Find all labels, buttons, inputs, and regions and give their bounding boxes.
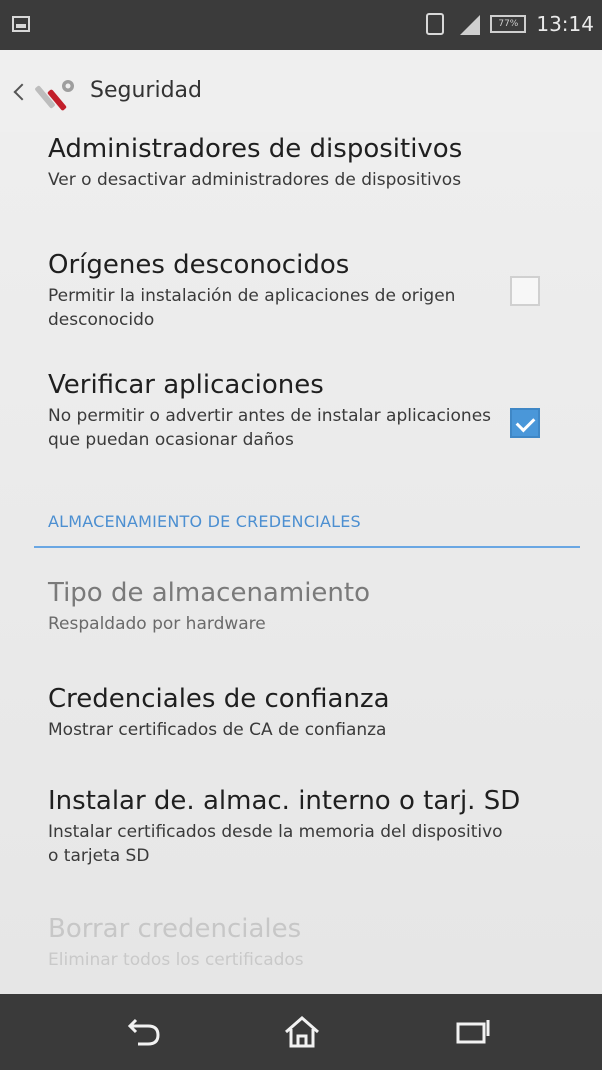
list-item-verify-apps[interactable]: Verificar aplicaciones No permitir o adv… xyxy=(48,370,508,452)
home-icon xyxy=(285,1016,319,1048)
verify-apps-checkbox[interactable] xyxy=(510,408,540,438)
item-title: Orígenes desconocidos xyxy=(48,250,350,280)
back-button[interactable] xyxy=(124,1014,168,1050)
recents-button[interactable] xyxy=(452,1014,496,1050)
list-item-install-from-storage[interactable]: Instalar de. almac. interno o tarj. SD I… xyxy=(48,786,521,868)
status-time: 13:14 xyxy=(536,12,594,36)
item-summary: Eliminar todos los certificados xyxy=(48,950,304,970)
recents-icon xyxy=(456,1020,490,1044)
list-item-device-admins[interactable]: Administradores de dispositivos Ver o de… xyxy=(48,134,508,192)
item-title: Administradores de dispositivos xyxy=(48,134,463,164)
back-icon xyxy=(127,1018,160,1046)
item-summary: Mostrar certificados de CA de confianza xyxy=(48,720,387,740)
settings-list: Administradores de dispositivos Ver o de… xyxy=(0,132,602,994)
list-item-clear-credentials: Borrar credenciales Eliminar todos los c… xyxy=(48,914,508,972)
section-divider xyxy=(34,546,580,548)
navigation-bar xyxy=(0,994,602,1070)
settings-tools-icon xyxy=(35,80,74,111)
item-title: Verificar aplicaciones xyxy=(48,370,324,400)
storage-icon xyxy=(12,16,30,32)
back-chevron-icon xyxy=(13,83,31,101)
item-title: Credenciales de confianza xyxy=(48,684,390,714)
item-title: Instalar de. almac. interno o tarj. SD xyxy=(48,786,521,816)
section-header-credential-storage: ALMACENAMIENTO DE CREDENCIALES xyxy=(48,512,361,531)
page-title: Seguridad xyxy=(90,78,202,103)
item-summary: No permitir o advertir antes de instalar… xyxy=(48,406,492,450)
status-bar: 77% 13:14 xyxy=(0,0,602,50)
action-bar: Seguridad xyxy=(0,50,602,132)
status-icons: 77% 13:14 xyxy=(426,12,594,36)
list-item-trusted-credentials[interactable]: Credenciales de confianza Mostrar certif… xyxy=(48,684,508,742)
item-summary: Permitir la instalación de aplicaciones … xyxy=(48,286,456,330)
item-summary: Respaldado por hardware xyxy=(48,614,266,634)
battery-icon: 77% xyxy=(490,15,527,33)
item-summary: Ver o desactivar administradores de disp… xyxy=(48,170,462,190)
item-title: Tipo de almacenamiento xyxy=(48,578,370,608)
signal-icon xyxy=(454,13,481,35)
unknown-sources-checkbox[interactable] xyxy=(510,276,540,306)
item-summary: Instalar certificados desde la memoria d… xyxy=(48,822,503,866)
item-title: Borrar credenciales xyxy=(48,914,302,944)
home-button[interactable] xyxy=(280,1014,324,1050)
list-item-unknown-sources[interactable]: Orígenes desconocidos Permitir la instal… xyxy=(48,250,508,332)
list-item-storage-type: Tipo de almacenamiento Respaldado por ha… xyxy=(48,578,508,636)
nfc-icon xyxy=(426,13,445,35)
